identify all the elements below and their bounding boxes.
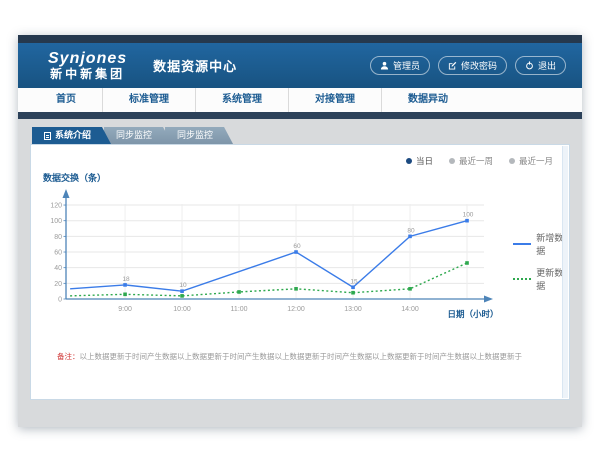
data-point bbox=[465, 219, 469, 223]
y-tick-label: 100 bbox=[50, 218, 62, 225]
nav-item-standard-mgmt[interactable]: 标准管理 bbox=[103, 88, 196, 112]
x-tick-label: 11:00 bbox=[231, 306, 248, 313]
data-point bbox=[465, 261, 469, 265]
series-legend: 新增数据 更新数据 bbox=[513, 231, 569, 301]
range-option-last-month-label: 最近一月 bbox=[519, 155, 553, 167]
data-point bbox=[180, 289, 184, 293]
logout-button[interactable]: 退出 bbox=[515, 56, 566, 75]
data-point-label: 100 bbox=[463, 212, 474, 219]
legend-entry-update-data[interactable]: 更新数据 bbox=[513, 266, 569, 292]
nav-item-interface-mgmt[interactable]: 对接管理 bbox=[289, 88, 382, 112]
x-axis-arrow-icon bbox=[484, 296, 493, 303]
data-point bbox=[294, 287, 298, 291]
x-axis-title: 日期（小时） bbox=[447, 309, 498, 319]
app-window: Synjones 新中新集团 数据资源中心 管理员 修改密码 退出 bbox=[18, 35, 582, 427]
y-tick-label: 60 bbox=[54, 250, 62, 257]
company-logo: Synjones 新中新集团 bbox=[48, 50, 127, 81]
change-password-button[interactable]: 修改密码 bbox=[438, 56, 507, 75]
y-tick-label: 0 bbox=[58, 297, 62, 304]
x-tick-label: 12:00 bbox=[287, 306, 305, 313]
data-point-label: 80 bbox=[407, 227, 415, 234]
power-icon bbox=[525, 61, 534, 70]
y-tick-label: 20 bbox=[54, 281, 62, 288]
chart-panel: 当日 最近一周 最近一月 数据交换（条） 0 20 40 60 80 100 120 9:00… bbox=[30, 144, 570, 400]
x-tick-label: 10:00 bbox=[173, 306, 191, 313]
range-option-today[interactable]: 当日 bbox=[406, 155, 433, 167]
tab-system-intro[interactable]: 系统介绍 bbox=[32, 127, 111, 144]
nav-item-home[interactable]: 首页 bbox=[30, 88, 103, 112]
data-point bbox=[180, 294, 184, 298]
radio-dot-icon bbox=[509, 158, 515, 164]
range-option-last-week-label: 最近一周 bbox=[459, 155, 493, 167]
admin-button-label: 管理员 bbox=[393, 59, 420, 72]
dotted-line-swatch-icon bbox=[513, 278, 531, 280]
footnote-text: 以上数据更新于时间产生数据以上数据更新于时间产生数据以上数据更新于时间产生数据以… bbox=[80, 352, 523, 361]
data-point bbox=[123, 283, 127, 287]
y-axis-arrow-icon bbox=[63, 189, 70, 198]
nav-item-system-mgmt[interactable]: 系统管理 bbox=[196, 88, 289, 112]
admin-button[interactable]: 管理员 bbox=[370, 56, 430, 75]
y-axis-title: 数据交换（条） bbox=[43, 171, 106, 184]
data-exchange-chart: 0 20 40 60 80 100 120 9:00 10:00 11:00 12:00 13:00 1… bbox=[37, 185, 507, 325]
nav-item-data-change[interactable]: 数据异动 bbox=[382, 88, 474, 112]
logo-text-en: Synjones bbox=[48, 50, 127, 68]
logo-text-cn: 新中新集团 bbox=[48, 68, 127, 81]
user-icon bbox=[380, 61, 389, 70]
top-strip bbox=[18, 35, 582, 43]
x-tick-label: 9:00 bbox=[118, 306, 132, 313]
y-tick-label: 40 bbox=[54, 265, 62, 272]
main-nav: 首页 标准管理 系统管理 对接管理 数据异动 bbox=[18, 88, 582, 112]
data-point-label: 15 bbox=[350, 278, 358, 285]
data-point-label: 18 bbox=[122, 276, 130, 283]
data-point bbox=[408, 287, 412, 291]
content-area: 系统介绍 同步监控 同步监控 当日 最近一周 bbox=[18, 119, 582, 427]
edit-icon bbox=[448, 61, 457, 70]
data-point bbox=[351, 291, 355, 295]
data-point bbox=[294, 250, 298, 254]
x-tick-label: 14:00 bbox=[401, 306, 419, 313]
solid-line-swatch-icon bbox=[513, 243, 531, 245]
logout-button-label: 退出 bbox=[538, 59, 556, 72]
tab-sync-monitor-2-label: 同步监控 bbox=[177, 130, 213, 140]
data-point bbox=[237, 290, 241, 294]
document-icon bbox=[44, 132, 51, 140]
page-title: 数据资源中心 bbox=[153, 56, 237, 75]
time-range-selector: 当日 最近一周 最近一月 bbox=[406, 155, 553, 167]
nav-divider-strip bbox=[18, 112, 582, 119]
range-option-last-week[interactable]: 最近一周 bbox=[449, 155, 493, 167]
user-actions: 管理员 修改密码 退出 bbox=[370, 43, 566, 88]
footnote-prefix: 备注： bbox=[57, 352, 80, 361]
range-option-today-label: 当日 bbox=[416, 155, 433, 167]
radio-dot-icon bbox=[449, 158, 455, 164]
tab-sync-monitor-1[interactable]: 同步监控 bbox=[104, 127, 172, 144]
footnote: 备注：以上数据更新于时间产生数据以上数据更新于时间产生数据以上数据更新于时间产生… bbox=[57, 351, 522, 362]
x-tick-label: 13:00 bbox=[344, 306, 362, 313]
app-header: Synjones 新中新集团 数据资源中心 管理员 修改密码 退出 bbox=[18, 43, 582, 88]
data-point bbox=[408, 235, 412, 239]
data-point bbox=[123, 293, 127, 297]
radio-dot-icon bbox=[406, 158, 412, 164]
tab-system-intro-label: 系统介绍 bbox=[55, 127, 91, 144]
y-tick-label: 80 bbox=[54, 234, 62, 241]
legend-entry-new-data[interactable]: 新增数据 bbox=[513, 231, 569, 257]
data-point bbox=[351, 285, 355, 289]
y-tick-label: 120 bbox=[50, 203, 62, 210]
tab-bar: 系统介绍 同步监控 同步监控 bbox=[32, 127, 226, 144]
tab-sync-monitor-2[interactable]: 同步监控 bbox=[165, 127, 233, 144]
data-point-label: 60 bbox=[293, 243, 301, 250]
data-point-label: 10 bbox=[179, 282, 187, 289]
range-option-last-month[interactable]: 最近一月 bbox=[509, 155, 553, 167]
panel-scrollbar[interactable] bbox=[562, 146, 568, 398]
tab-sync-monitor-1-label: 同步监控 bbox=[116, 130, 152, 140]
change-password-button-label: 修改密码 bbox=[461, 59, 497, 72]
